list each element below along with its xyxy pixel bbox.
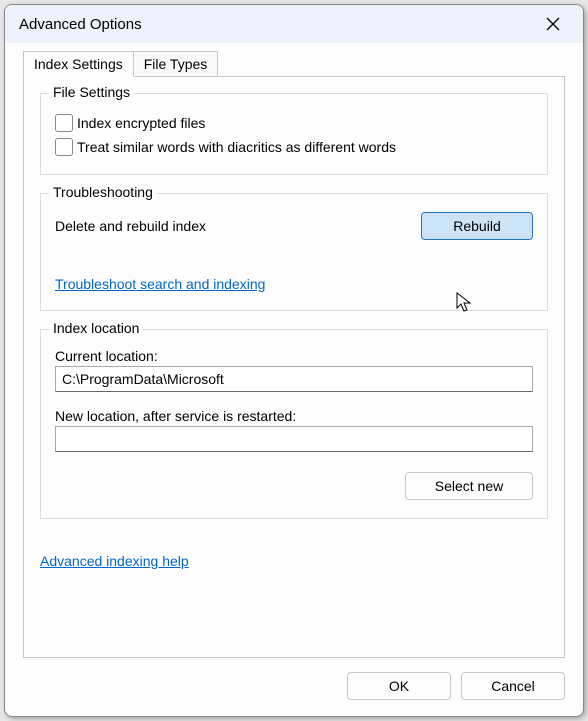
advanced-options-dialog: Advanced Options Index Settings File Typ… (4, 4, 584, 717)
index-encrypted-row: Index encrypted files (55, 114, 533, 132)
rebuild-row: Delete and rebuild index Rebuild (55, 212, 533, 240)
diacritics-checkbox[interactable] (55, 138, 73, 156)
dialog-title: Advanced Options (19, 16, 142, 33)
index-location-group: Index location Current location: C:\Prog… (40, 329, 548, 519)
troubleshooting-group: Troubleshooting Delete and rebuild index… (40, 193, 548, 311)
select-new-button[interactable]: Select new (405, 472, 533, 500)
diacritics-row: Treat similar words with diacritics as d… (55, 138, 533, 156)
titlebar: Advanced Options (5, 5, 583, 43)
current-location-label: Current location: (55, 348, 533, 364)
new-location-field[interactable] (55, 426, 533, 452)
close-button[interactable] (531, 9, 575, 39)
troubleshooting-legend: Troubleshooting (49, 184, 157, 200)
cancel-button[interactable]: Cancel (461, 672, 565, 700)
current-location-field[interactable]: C:\ProgramData\Microsoft (55, 366, 533, 392)
index-location-legend: Index location (49, 320, 143, 336)
close-icon (546, 17, 560, 31)
index-encrypted-checkbox[interactable] (55, 114, 73, 132)
advanced-indexing-help-link[interactable]: Advanced indexing help (40, 553, 189, 569)
file-settings-group: File Settings Index encrypted files Trea… (40, 93, 548, 175)
dialog-content: Index Settings File Types File Settings … (5, 43, 583, 658)
diacritics-label[interactable]: Treat similar words with diacritics as d… (77, 139, 396, 155)
index-encrypted-label[interactable]: Index encrypted files (77, 115, 205, 131)
new-location-label: New location, after service is restarted… (55, 408, 533, 424)
select-new-row: Select new (55, 472, 533, 500)
tab-index-settings[interactable]: Index Settings (23, 51, 134, 77)
rebuild-button[interactable]: Rebuild (421, 212, 533, 240)
tab-panel: File Settings Index encrypted files Trea… (23, 76, 565, 658)
delete-rebuild-label: Delete and rebuild index (55, 218, 206, 234)
tab-file-types[interactable]: File Types (134, 51, 219, 77)
file-settings-legend: File Settings (49, 84, 134, 100)
ok-button[interactable]: OK (347, 672, 451, 700)
tabs: Index Settings File Types (23, 51, 565, 77)
dialog-buttons: OK Cancel (5, 658, 583, 716)
troubleshoot-link[interactable]: Troubleshoot search and indexing (55, 276, 265, 292)
